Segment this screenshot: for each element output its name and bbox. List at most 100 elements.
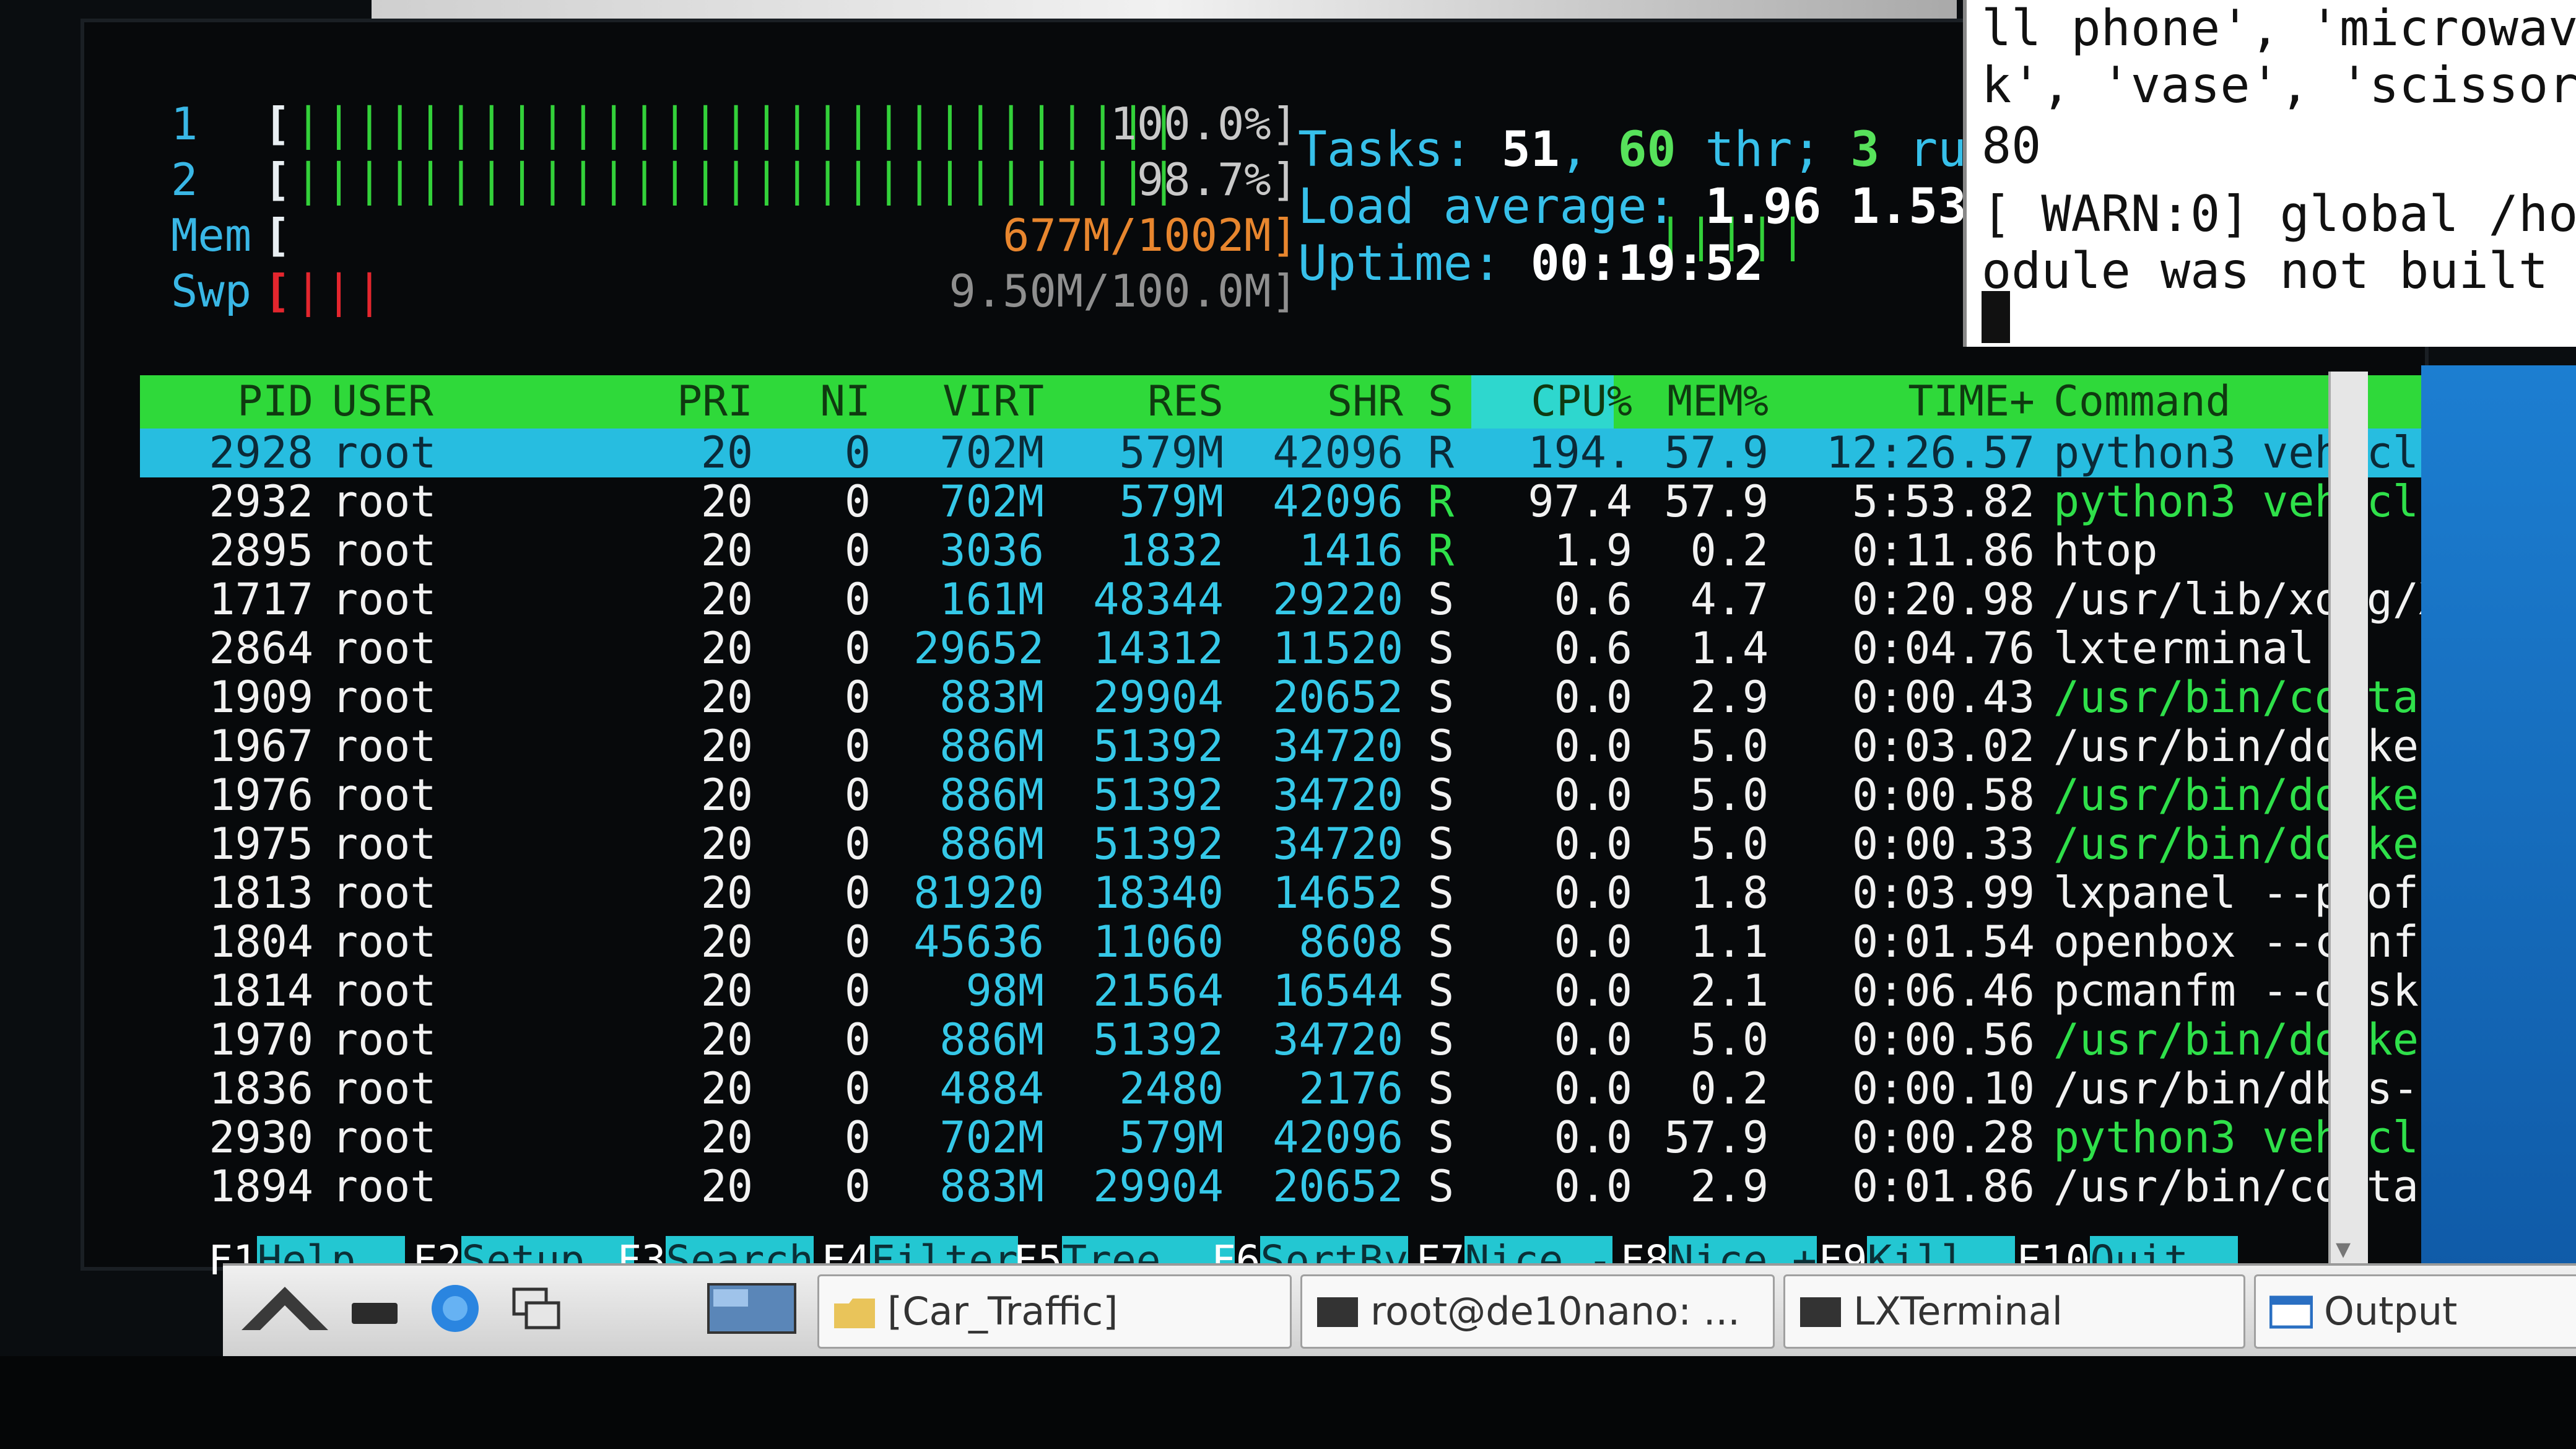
table-row[interactable]: 1975 root 20 0 886M 51392 34720 S 0.0 5.0 0:00.33 /…: [140, 820, 2468, 869]
cell-cpu: 0.0: [1554, 1014, 1632, 1065]
cell-time: 0:04.76: [1852, 623, 2035, 674]
cell-s: S: [1428, 672, 1455, 723]
col-state[interactable]: S: [1428, 375, 1477, 429]
cell-mem: 2.1: [1690, 965, 1769, 1016]
col-time[interactable]: TIME+: [1775, 375, 2035, 429]
tasks-count: 51: [1501, 122, 1560, 178]
cpu2-bar: |||||||||||||||||||||||||||||||||||||||: [295, 152, 1174, 207]
table-row[interactable]: 2928 root 20 0 702M 579M 42096 R 194. 57.9 12:26.5…: [140, 429, 2468, 477]
col-command[interactable]: Command: [2053, 375, 2462, 429]
table-row[interactable]: 1894 root 20 0 883M 29904 20652 S 0.0 2.9 0:01.86 /…: [140, 1162, 2468, 1211]
cell-res: 29904: [1093, 1161, 1224, 1212]
table-header: PID USER PRI NI VIRT RES SHR S CPU% MEM%…: [140, 375, 2468, 429]
table-row[interactable]: 1717 root 20 0 161M 48344 29220 S 0.6 4.7 0:20.98 /…: [140, 575, 2468, 624]
taskbar-item-output[interactable]: Output: [2254, 1274, 2576, 1349]
process-table[interactable]: PID USER PRI NI VIRT RES SHR S CPU% MEM%…: [140, 375, 2468, 1211]
cell-shr: 16544: [1273, 965, 1403, 1016]
cell-command: python3 vehicle_c: [2053, 1113, 2462, 1162]
cell-s: S: [1428, 1112, 1455, 1163]
cell-cpu: 1.9: [1554, 525, 1632, 576]
cell-user: root: [332, 868, 437, 918]
taskbar-item-car-traffic[interactable]: [Car_Traffic]: [817, 1274, 1292, 1349]
cell-res: 51392: [1093, 819, 1224, 869]
cell-cpu: 0.0: [1554, 1112, 1632, 1163]
cell-pid: 2895: [209, 525, 313, 576]
table-row[interactable]: 2864 root 20 0 29652 14312 11520 S 0.6 1.4 0:04.76…: [140, 624, 2468, 673]
col-mem[interactable]: MEM%: [1626, 375, 1769, 429]
taskbar-item-label: Output: [2324, 1289, 2458, 1334]
cell-time: 12:26.57: [1825, 427, 2035, 478]
cell-time: 0:01.54: [1852, 916, 2035, 967]
col-user[interactable]: USER: [332, 375, 505, 429]
table-row[interactable]: 2895 root 20 0 3036 1832 1416 R 1.9 0.2 0:11.86 hto…: [140, 526, 2468, 575]
col-pid[interactable]: PID: [140, 375, 313, 429]
output-terminal-window[interactable]: ll phone', 'microwav k', 'vase', 'scisso…: [1963, 0, 2576, 347]
table-row[interactable]: 1813 root 20 0 81920 18340 14652 S 0.0 1.8 0:03.99…: [140, 869, 2468, 918]
table-row[interactable]: 1909 root 20 0 883M 29904 20652 S 0.0 2.9 0:00.43 /…: [140, 673, 2468, 722]
cell-pid: 1814: [209, 965, 313, 1016]
cell-shr: 29220: [1273, 574, 1403, 625]
table-row[interactable]: 1836 root 20 0 4884 2480 2176 S 0.0 0.2 0:00.10/us…: [140, 1064, 2468, 1113]
swap-value: 9.50M/100.0M]: [949, 265, 1298, 317]
cell-cpu: 0.0: [1554, 1161, 1632, 1212]
cell-res: 18340: [1093, 868, 1224, 918]
col-ni[interactable]: NI: [796, 375, 871, 429]
workspace-pager-icon[interactable]: [706, 1281, 799, 1336]
taskbar-item-lxterminal[interactable]: LXTerminal: [1783, 1274, 2245, 1349]
cell-pri: 20: [700, 574, 753, 625]
cell-res: 29904: [1093, 672, 1224, 723]
cell-command: /usr/bin/containe: [2053, 673, 2462, 722]
cell-cpu: 97.4: [1528, 476, 1632, 527]
cell-ni: 0: [844, 1063, 871, 1114]
cpu1-bar-fill: ||||||||||||||||||||||||||||||||||||||||: [295, 98, 1174, 150]
scroll-down-arrow-icon[interactable]: ▼: [2336, 1235, 2351, 1263]
swap-meter: Swp [ ||| 9.50M/100.0M]: [171, 264, 1298, 318]
table-row[interactable]: 1970 root 20 0 886M 51392 34720 S 0.0 5.0 0:00.56 /…: [140, 1016, 2468, 1064]
cell-res: 1832: [1119, 525, 1224, 576]
col-shr[interactable]: SHR: [1224, 375, 1403, 429]
cell-res: 2480: [1119, 1063, 1224, 1114]
menu-logo-icon[interactable]: [235, 1281, 334, 1336]
table-row[interactable]: 2930 root 20 0 702M 579M 42096 S 0.0 57.9 0:00.28 p…: [140, 1113, 2468, 1162]
threads-label: thr;: [1676, 122, 1851, 178]
tasks-label: Tasks:: [1298, 122, 1502, 178]
cell-s: S: [1428, 574, 1455, 625]
col-cpu[interactable]: CPU%: [1471, 375, 1632, 429]
cell-virt: 886M: [939, 819, 1044, 869]
window-switcher-icon[interactable]: [508, 1281, 564, 1336]
cell-shr: 1416: [1299, 525, 1403, 576]
cell-pri: 20: [700, 770, 753, 820]
cell-ni: 0: [844, 672, 871, 723]
cell-virt: 883M: [939, 672, 1044, 723]
cell-mem: 5.0: [1690, 819, 1769, 869]
cell-virt: 886M: [939, 770, 1044, 820]
browser-globe-icon[interactable]: [427, 1281, 483, 1336]
cell-shr: 34720: [1273, 819, 1403, 869]
cell-shr: 34720: [1273, 1014, 1403, 1065]
col-res[interactable]: RES: [1044, 375, 1224, 429]
cell-res: 11060: [1093, 916, 1224, 967]
cell-ni: 0: [844, 819, 871, 869]
taskbar-item-root-terminal[interactable]: root@de10nano: ...: [1300, 1274, 1775, 1349]
table-row[interactable]: 1814 root 20 0 98M 21564 16544 S 0.0 2.1 0:06.46 pc…: [140, 967, 2468, 1016]
cell-shr: 20652: [1273, 1161, 1403, 1212]
cell-pri: 20: [700, 721, 753, 772]
table-row[interactable]: 1804 root 20 0 45636 11060 8608 S 0.0 1.1 0:01.54 o…: [140, 918, 2468, 967]
cell-shr: 34720: [1273, 721, 1403, 772]
terminal-scrollbar[interactable]: ▼: [2328, 372, 2368, 1263]
mem-value: 677M/1002M]: [1003, 209, 1298, 261]
cell-time: 0:00.10: [1852, 1063, 2035, 1114]
cell-user: root: [332, 1112, 437, 1163]
table-row[interactable]: 1976 root 20 0 886M 51392 34720 S 0.0 5.0 0:00.58 /…: [140, 771, 2468, 820]
table-row[interactable]: 2932 root 20 0 702M 579M 42096 R 97.4 57.9 5:53.82…: [140, 477, 2468, 526]
desktop-icon[interactable]: [347, 1281, 402, 1336]
table-row[interactable]: 1967 root 20 0 886M 51392 34720 S 0.0 5.0 0:03.02 /…: [140, 722, 2468, 771]
cell-res: 48344: [1093, 574, 1224, 625]
cell-pid: 2928: [209, 427, 313, 478]
cell-shr: 2176: [1299, 1063, 1403, 1114]
cpu2-label: 2: [171, 154, 198, 206]
cell-shr: 14652: [1273, 868, 1403, 918]
cell-time: 0:20.98: [1852, 574, 2035, 625]
col-pri[interactable]: PRI: [654, 375, 753, 429]
col-virt[interactable]: VIRT: [883, 375, 1044, 429]
